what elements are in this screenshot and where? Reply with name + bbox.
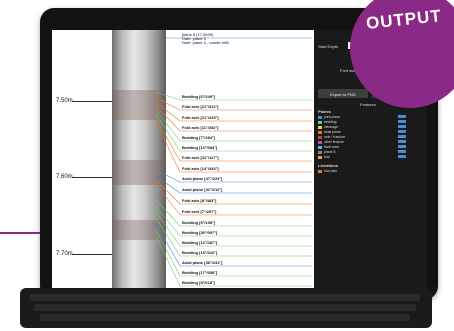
legend-swatch	[318, 130, 322, 134]
legend-label: axial plane	[324, 130, 341, 134]
legend-item: fold	[318, 155, 330, 160]
feature-label: Fold axis [8°/383°]	[182, 198, 217, 203]
legend-label: vein / fracture	[324, 135, 346, 139]
legend-swatch	[318, 155, 322, 159]
feature-label: Fold axis [14°/334°]	[182, 166, 219, 171]
feature-label: Bedding [8°/018°]	[182, 280, 215, 285]
edit-button[interactable]	[398, 135, 406, 138]
edit-button[interactable]	[398, 115, 406, 118]
key-row	[34, 304, 416, 311]
edit-button[interactable]	[398, 120, 406, 123]
legend-label: plane 8	[324, 150, 336, 154]
edit-button[interactable]	[398, 150, 406, 153]
core-log-viewer: 7.50m 7.60m 7.70m plane 8 (17.5939) Date…	[52, 30, 314, 290]
feature-label: Bedding [10°/084°]	[182, 145, 218, 150]
legend-label: fold	[324, 155, 330, 159]
legend-swatch	[318, 145, 322, 149]
feature-label: Axial plane [31°/212°]	[182, 187, 223, 192]
feature-label: Bedding [15°/316°]	[182, 250, 218, 255]
feature-label: Fold axis [7°/297°]	[182, 209, 217, 214]
legend-label: fault zone	[324, 145, 340, 149]
legend-label: cleavage	[324, 125, 339, 129]
keyboard	[20, 288, 432, 328]
planes-heading: Planes	[318, 109, 331, 114]
edit-button[interactable]	[398, 145, 406, 148]
key-row	[40, 314, 410, 321]
legend-label: bedding	[324, 120, 337, 124]
feature-label: Fold axis [21°/225°]	[182, 115, 219, 120]
decorative-line	[0, 232, 44, 234]
feature-label: Bedding [7°/284°]	[182, 135, 215, 140]
legend-swatch	[318, 120, 322, 124]
legend-label: joint plane	[324, 115, 340, 119]
edit-button[interactable]	[398, 140, 406, 143]
legend-label: other feature	[324, 140, 344, 144]
feature-label: Bedding [12°/287°]	[182, 240, 218, 245]
feature-label: Fold axis [21°/311°]	[182, 104, 219, 109]
key-row	[30, 294, 420, 301]
feature-label: Bedding [6°/198°]	[182, 220, 215, 225]
legend-swatch	[318, 125, 322, 129]
feature-label: Fold axis [11°/282°]	[182, 125, 219, 130]
feature-label: Axial plane [47°/224°]	[182, 176, 223, 181]
lineations-heading: Lineations	[318, 163, 339, 168]
export-png-button[interactable]: Export to PNG	[318, 89, 368, 98]
legend-swatch	[318, 169, 322, 173]
legend-label: fold axis	[324, 169, 337, 173]
feature-label: plane 8 (17.5939) Date: plane 3 Note: pl…	[182, 32, 229, 45]
edit-button[interactable]	[398, 130, 406, 133]
legend-swatch	[318, 150, 322, 154]
feature-label: Bedding [30°/097°]	[182, 230, 218, 235]
legend-item: fold axis	[318, 169, 337, 174]
feature-label: Bedding [17°/058°]	[182, 270, 218, 275]
feature-label: Bedding [6°/249°]	[182, 94, 215, 99]
feature-label: Fold axis [31°/127°]	[182, 155, 219, 160]
features-heading: Features	[360, 102, 376, 107]
legend-swatch	[318, 140, 322, 144]
feature-label: Axial plane [38°/231°]	[182, 260, 223, 265]
edit-button[interactable]	[398, 125, 406, 128]
start-depth-label: Start Depth	[318, 44, 339, 49]
edit-button[interactable]	[398, 155, 406, 158]
legend-swatch	[318, 135, 322, 139]
legend-swatch	[318, 115, 322, 119]
